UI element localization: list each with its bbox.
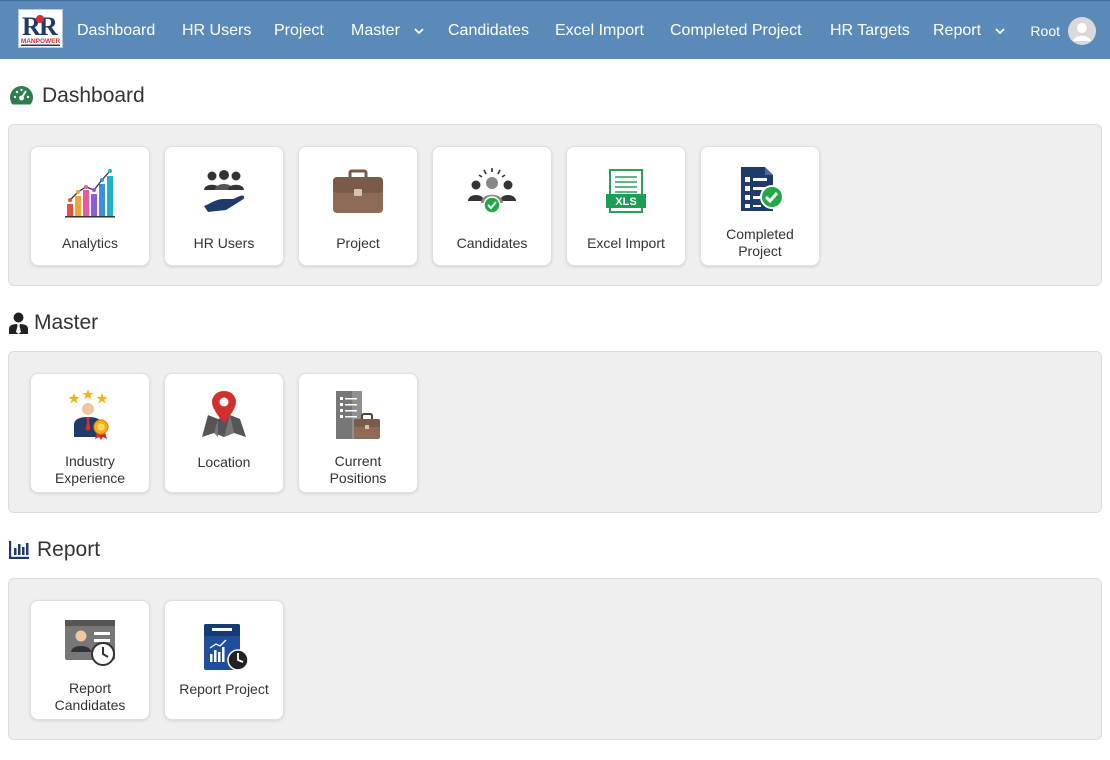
card-excel-import[interactable]: XLS Excel Import	[566, 146, 686, 266]
avatar	[1068, 16, 1096, 45]
nav-excel-import-label: Excel Import	[555, 22, 644, 39]
chevron-down-icon	[995, 1, 1006, 60]
nav-excel-import[interactable]: Excel Import	[555, 1, 644, 60]
dashboard-section-title: Dashboard	[9, 84, 145, 108]
card-project-label: Project	[336, 235, 380, 251]
card-report-project[interactable]: Report Project	[164, 600, 284, 720]
svg-text:MANPOWER: MANPOWER	[21, 38, 61, 45]
master-title-text: Master	[34, 311, 99, 334]
top-navbar: R R MANPOWER Dashboard HR Users Project …	[0, 0, 1110, 59]
card-completed-project[interactable]: Completed Project	[700, 146, 820, 266]
briefcase-icon	[299, 163, 417, 221]
card-hr-users-label: HR Users	[193, 235, 255, 251]
candidates-icon	[433, 163, 551, 221]
app-logo[interactable]: R R MANPOWER	[18, 9, 63, 48]
nav-hr-users-label: HR Users	[182, 22, 252, 39]
bar-chart-icon	[9, 541, 29, 559]
card-industry-experience[interactable]: Industry Experience	[30, 373, 150, 493]
master-panel: Industry Experience Location Current Pos…	[8, 351, 1102, 513]
nav-hr-targets-label: HR Targets	[830, 22, 910, 39]
xls-icon: XLS	[567, 163, 685, 221]
nav-hr-users[interactable]: HR Users	[182, 1, 251, 60]
nav-candidates-label: Candidates	[448, 22, 529, 39]
nav-project[interactable]: Project	[274, 1, 324, 60]
card-completed-project-label: Completed Project	[726, 226, 794, 259]
card-project[interactable]: Project	[298, 146, 418, 266]
card-location-label: Location	[197, 454, 251, 470]
card-analytics[interactable]: Analytics	[30, 146, 150, 266]
user-menu[interactable]: Root	[1030, 1, 1096, 60]
checklist-icon	[701, 161, 819, 219]
card-industry-experience-label: Industry Experience	[54, 453, 126, 486]
svg-text:XLS: XLS	[615, 196, 636, 208]
card-current-positions[interactable]: Current Positions	[298, 373, 418, 493]
master-section-title: Master	[9, 311, 98, 335]
report-section-title: Report	[9, 538, 100, 562]
analytics-icon	[31, 163, 149, 221]
nav-master-label: Master	[351, 22, 400, 39]
card-hr-users[interactable]: HR Users	[164, 146, 284, 266]
card-location[interactable]: Location	[164, 373, 284, 493]
id-card-clock-icon	[31, 613, 149, 671]
nav-candidates[interactable]: Candidates	[448, 1, 529, 60]
report-chart-icon	[165, 619, 283, 677]
user-icon	[1068, 16, 1096, 45]
award-person-icon	[31, 386, 149, 444]
card-candidates[interactable]: Candidates	[432, 146, 552, 266]
card-report-candidates-label: Report Candidates	[54, 680, 126, 713]
nav-hr-targets[interactable]: HR Targets	[830, 1, 910, 60]
dashboard-panel: Analytics HR Users Project Candidates XL…	[8, 124, 1102, 286]
hr-users-icon	[165, 163, 283, 221]
dashboard-title-text: Dashboard	[42, 84, 145, 107]
card-excel-import-label: Excel Import	[587, 235, 665, 251]
card-analytics-label: Analytics	[61, 235, 119, 251]
nav-report-label: Report	[933, 22, 982, 39]
chevron-down-icon	[414, 1, 424, 60]
map-pin-icon	[165, 386, 283, 444]
report-panel: Report Candidates Report Project	[8, 578, 1102, 740]
nav-dashboard-label: Dashboard	[77, 22, 156, 39]
nav-completed-project-label: Completed Project	[670, 22, 802, 39]
card-report-project-label: Report Project	[179, 681, 269, 697]
card-candidates-label: Candidates	[456, 235, 528, 251]
building-briefcase-icon	[299, 386, 417, 444]
speedometer-icon	[9, 85, 34, 107]
nav-dashboard[interactable]: Dashboard	[77, 1, 155, 60]
nav-report[interactable]: Report	[933, 1, 1006, 60]
nav-master[interactable]: Master	[351, 1, 424, 60]
nav-project-label: Project	[274, 22, 324, 39]
user-name: Root	[1030, 22, 1060, 39]
card-report-candidates[interactable]: Report Candidates	[30, 600, 150, 720]
nav-completed-project[interactable]: Completed Project	[670, 1, 802, 60]
card-current-positions-label: Current Positions	[329, 453, 387, 486]
report-title-text: Report	[37, 538, 101, 561]
user-tie-icon	[9, 312, 28, 334]
